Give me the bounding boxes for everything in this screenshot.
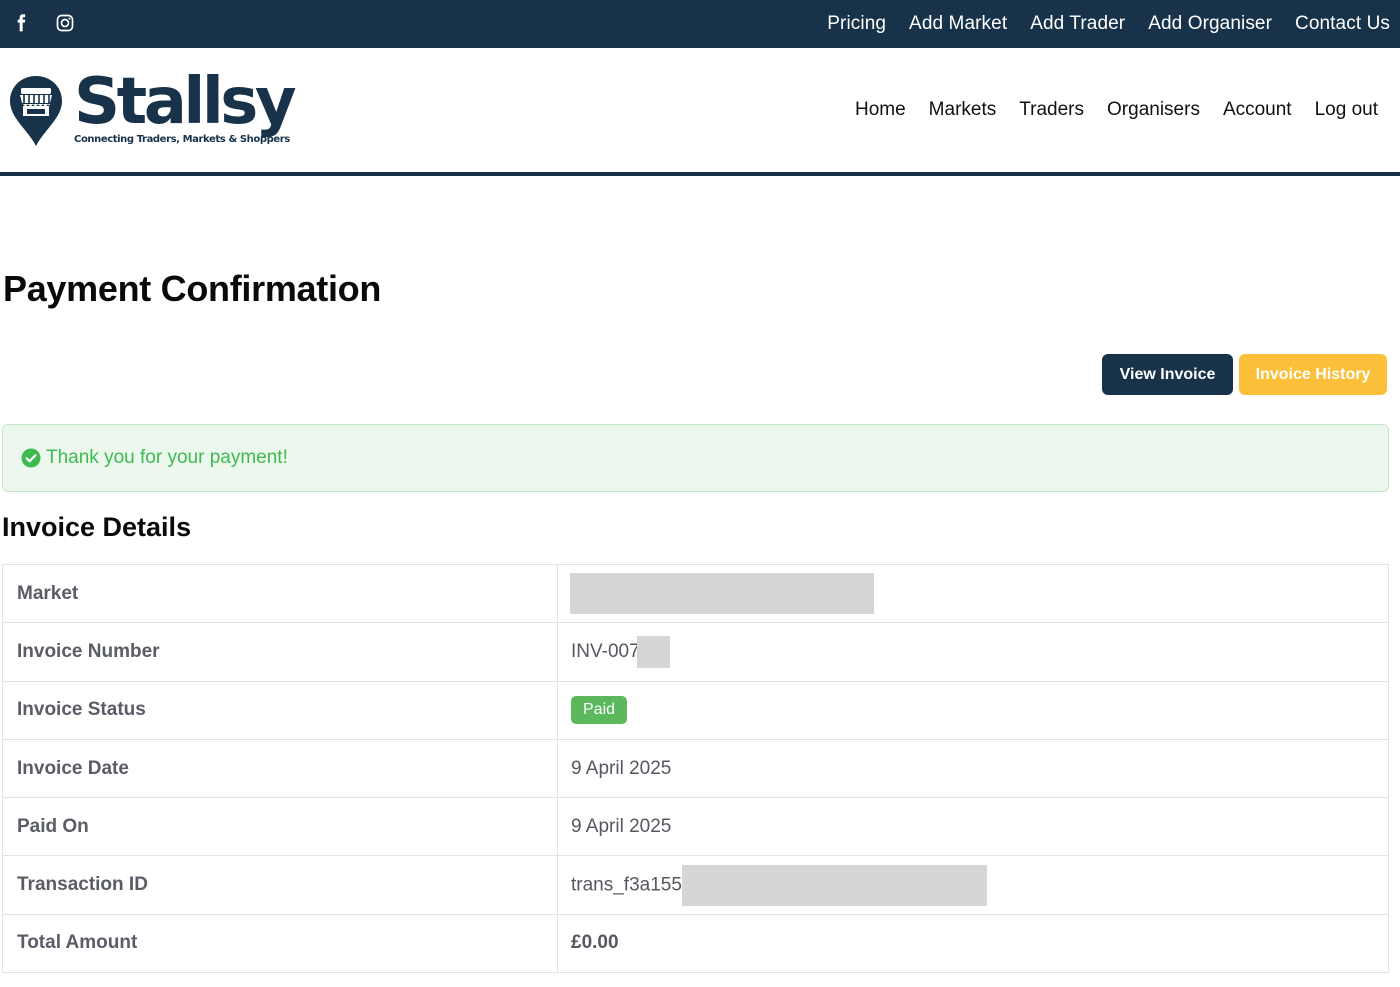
top-nav: Pricing Add Market Add Trader Add Organi… <box>804 0 1390 48</box>
top-nav-pricing[interactable]: Pricing <box>827 13 886 35</box>
market-stall-pin-icon <box>10 76 62 146</box>
transaction-id-text: trans_f3a155i <box>571 874 687 896</box>
transaction-id-value: trans_f3a155i <box>557 855 1389 915</box>
invoice-status-value: Paid <box>557 680 1389 740</box>
total-amount-label: Total Amount <box>2 913 558 974</box>
stallsy-logo[interactable]: Stallsy Connecting Traders, Markets & Sh… <box>8 65 328 154</box>
paid-on-value: 9 April 2025 <box>557 797 1389 857</box>
top-nav-add-trader[interactable]: Add Trader <box>1030 13 1125 35</box>
main-nav-account[interactable]: Account <box>1223 99 1292 121</box>
top-bar: Pricing Add Market Add Trader Add Organi… <box>0 0 1400 48</box>
main-nav-organisers[interactable]: Organisers <box>1107 99 1200 121</box>
transaction-id-label: Transaction ID <box>2 855 558 915</box>
status-badge: Paid <box>571 696 628 725</box>
instagram-icon[interactable] <box>52 10 78 36</box>
invoice-date-label: Invoice Date <box>2 738 558 799</box>
main-nav-traders[interactable]: Traders <box>1019 99 1084 121</box>
check-circle-icon <box>21 448 41 468</box>
top-nav-add-organiser[interactable]: Add Organiser <box>1148 13 1272 35</box>
table-row: Transaction ID trans_f3a155i <box>2 855 1389 915</box>
table-row: Invoice Number INV-007( <box>2 622 1389 682</box>
main-nav-home[interactable]: Home <box>855 99 906 121</box>
table-row: Invoice Date 9 April 2025 <box>2 738 1389 799</box>
market-label: Market <box>2 563 558 624</box>
total-amount-value: £0.00 <box>557 913 1389 974</box>
redacted-block <box>682 864 988 906</box>
invoice-details-heading: Invoice Details <box>2 512 192 542</box>
alert-text: Thank you for your payment! <box>46 447 288 468</box>
invoice-number-label: Invoice Number <box>2 622 558 682</box>
facebook-icon[interactable] <box>8 10 34 36</box>
redacted-block <box>570 573 874 615</box>
site-header: Stallsy Connecting Traders, Markets & Sh… <box>0 48 1400 176</box>
main-nav-log-out[interactable]: Log out <box>1315 99 1378 121</box>
invoice-history-button[interactable]: Invoice History <box>1239 354 1387 395</box>
top-nav-add-market[interactable]: Add Market <box>909 13 1007 35</box>
paid-on-label: Paid On <box>2 797 558 857</box>
page-title: Payment Confirmation <box>3 268 382 309</box>
table-row: Paid On 9 April 2025 <box>2 797 1389 857</box>
invoice-date-value: 9 April 2025 <box>557 738 1389 799</box>
payment-success-alert: Thank you for your payment! <box>2 424 1389 492</box>
invoice-status-label: Invoice Status <box>2 680 558 740</box>
table-row: Invoice Status Paid <box>2 680 1389 740</box>
brand-tagline: Connecting Traders, Markets & Shoppers <box>74 134 290 145</box>
market-value <box>557 563 1389 624</box>
view-invoice-button[interactable]: View Invoice <box>1102 354 1233 395</box>
invoice-number-text: INV-007( <box>571 640 646 662</box>
brand-name: Stallsy <box>74 65 297 139</box>
invoice-number-value: INV-007( <box>557 622 1389 682</box>
redacted-block <box>636 635 670 668</box>
table-row: Total Amount £0.00 <box>2 913 1389 974</box>
main-nav: Home Markets Traders Organisers Account … <box>832 48 1378 172</box>
top-nav-contact-us[interactable]: Contact Us <box>1295 13 1390 35</box>
invoice-details-table: Market Invoice Number INV-007( Invoice S… <box>2 563 1389 974</box>
table-row: Market <box>2 563 1389 624</box>
main-nav-markets[interactable]: Markets <box>929 99 997 121</box>
